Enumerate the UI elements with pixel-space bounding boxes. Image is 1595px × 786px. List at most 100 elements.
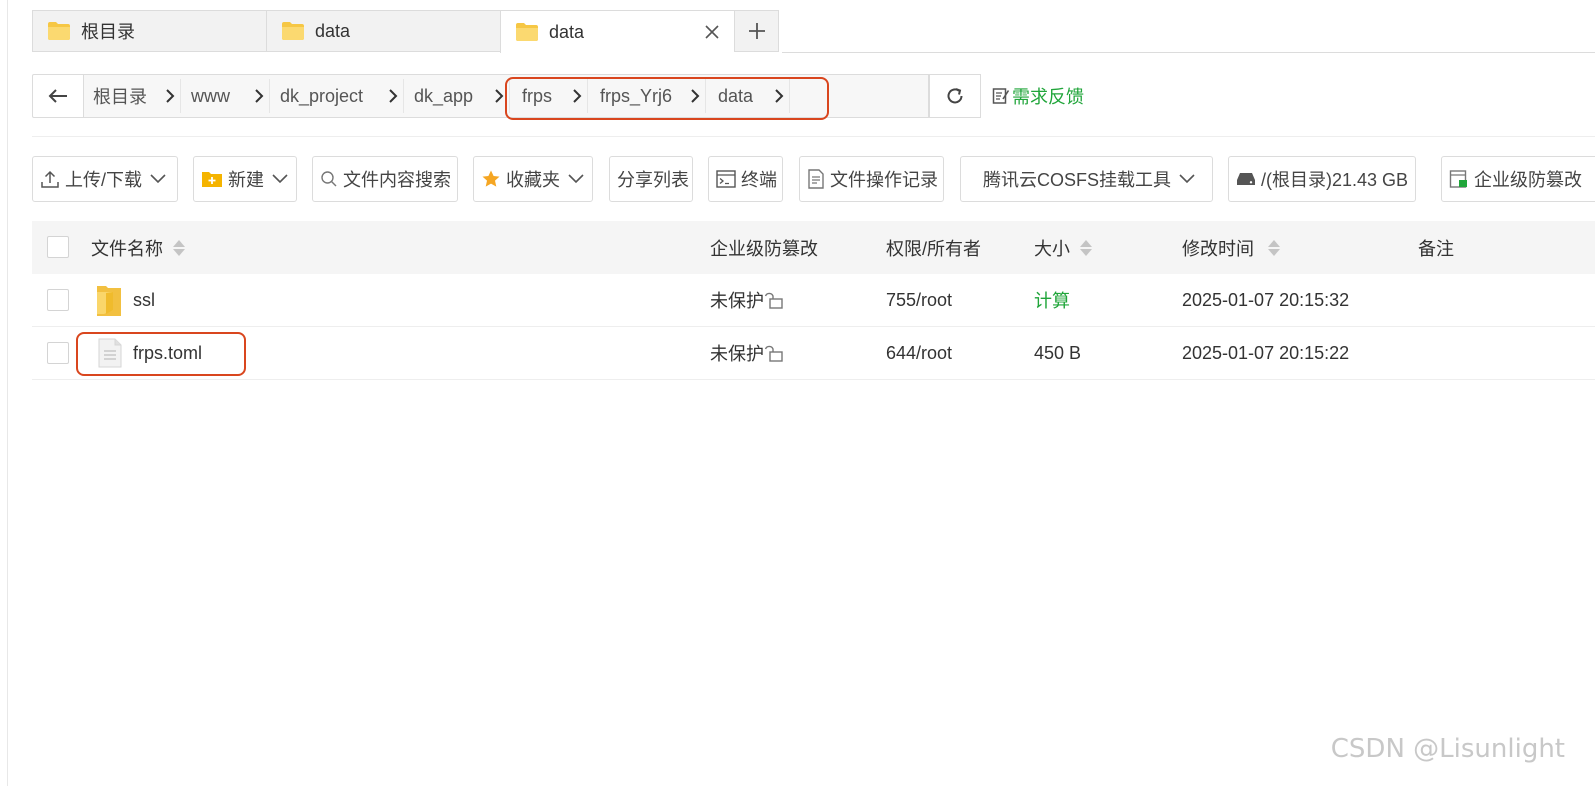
size-calculate-link[interactable]: 计算 [1034,274,1070,326]
column-permission: 权限/所有者 [886,238,982,259]
favorites-label: 收藏夹 [506,170,560,190]
tab-data-active[interactable]: data [500,10,734,53]
close-icon[interactable] [702,20,722,44]
unlock-icon [764,292,783,309]
table-row[interactable]: ssl 未保护 755/root 计算 2025-01-07 20:15:32 [32,274,1595,327]
chevron-right-icon [572,75,582,117]
breadcrumb-divider [269,79,270,113]
tab-data[interactable]: data [266,10,500,52]
star-icon [481,169,501,189]
permission[interactable]: 644/root [886,327,952,379]
breadcrumb-item[interactable]: www [191,75,230,117]
modified-time: 2025-01-07 20:15:32 [1182,289,1350,310]
tab-bar-underline [782,52,1595,53]
file-name: frps.toml [133,342,203,363]
file-operation-log-button[interactable]: 文件操作记录 [799,156,944,202]
breadcrumb[interactable]: 根目录 www dk_project dk_app frps frps_Yrj6… [84,74,929,118]
file-size: 450 B [1034,342,1082,363]
select-all-checkbox[interactable] [47,236,69,258]
tab-bar: 根目录 data data [32,10,779,53]
folder-icon [516,23,538,41]
sort-icon[interactable] [1268,239,1280,256]
watermark: CSDN @Lisunlight [1330,734,1565,764]
sort-icon[interactable] [1080,239,1092,256]
sort-icon[interactable] [173,239,185,256]
table-row[interactable]: frps.toml 未保护 644/root 450 B 2025-01-07 … [32,327,1595,380]
text-file-icon [98,338,122,368]
chevron-right-icon [254,75,264,117]
column-note: 备注 [1418,238,1454,259]
row-checkbox[interactable] [47,289,69,311]
chevron-right-icon [388,75,398,117]
terminal-button[interactable]: 终端 [708,156,783,202]
column-size[interactable]: 大小 [1034,221,1092,274]
file-name-cell[interactable]: ssl [96,274,155,326]
column-mtime[interactable]: 修改时间 [1182,221,1280,274]
upload-label: 上传/下载 [65,170,143,190]
refresh-button[interactable] [929,74,981,118]
back-button[interactable] [32,74,84,118]
row-checkbox[interactable] [47,342,69,364]
terminal-label: 终端 [741,170,777,190]
plus-icon [748,23,765,39]
chevron-right-icon [774,75,784,117]
tamper-protection-button[interactable]: 企业级防篡改 [1441,156,1595,202]
tab-label: 根目录 [81,22,135,42]
column-name[interactable]: 文件名称 [91,221,185,274]
breadcrumb-divider [509,79,510,113]
document-icon [807,169,825,189]
terminal-icon [716,170,736,188]
column-mtime-label: 修改时间 [1182,238,1254,259]
address-bar: 根目录 www dk_project dk_app frps frps_Yrj6… [32,74,981,118]
arrow-left-icon [48,89,67,103]
tab-label: data [549,21,585,42]
chevron-down-icon [568,174,584,184]
breadcrumb-divider [705,79,706,113]
permission[interactable]: 755/root [886,274,952,326]
upload-icon [40,169,60,189]
breadcrumb-divider [403,79,404,113]
breadcrumb-item[interactable]: 根目录 [93,75,147,117]
protect-status: 未保护 [710,274,784,326]
chevron-right-icon [494,75,504,117]
breadcrumb-item[interactable]: frps [522,75,552,117]
column-size-label: 大小 [1034,238,1070,259]
folder-icon [48,22,70,40]
feedback-link[interactable]: 需求反馈 [992,84,1084,108]
breadcrumb-item[interactable]: data [718,75,753,117]
modified-time: 2025-01-07 20:15:22 [1182,342,1350,363]
breadcrumb-item[interactable]: frps_Yrj6 [600,75,672,117]
file-manager: 根目录 data data 根目录 www dk_project dk_app … [0,0,1595,786]
column-name-label: 文件名称 [91,238,163,259]
feedback-label: 需求反馈 [1012,87,1084,107]
new-label: 新建 [228,170,264,190]
breadcrumb-item[interactable]: dk_app [414,75,473,117]
favorites-button[interactable]: 收藏夹 [473,156,593,202]
folder-icon [97,286,121,316]
protect-icon [1449,169,1469,189]
table-header: 文件名称 企业级防篡改 权限/所有者 大小 修改时间 备注 [32,221,1595,274]
chevron-down-icon [150,174,166,184]
refresh-icon [947,88,963,104]
share-list-button[interactable]: 分享列表 [609,156,693,202]
disk-label: /(根目录)21.43 GB [1261,170,1409,190]
chevron-right-icon [165,75,175,117]
upload-download-button[interactable]: 上传/下载 [32,156,178,202]
panel-border [7,0,8,786]
add-tab-button[interactable] [734,10,779,52]
content-search-button[interactable]: 文件内容搜索 [312,156,458,202]
divider [32,136,1595,137]
cosfs-mount-dropdown[interactable]: 腾讯云COSFS挂载工具 [960,156,1213,202]
file-name-cell[interactable]: frps.toml [98,327,202,379]
protect-status-label: 未保护 [710,291,764,311]
tab-root[interactable]: 根目录 [32,10,266,52]
new-button[interactable]: 新建 [193,156,297,202]
protect-status: 未保护 [710,327,784,379]
unlock-icon [764,345,783,362]
protect-status-label: 未保护 [710,344,764,364]
new-folder-icon [201,169,223,189]
file-operation-log-label: 文件操作记录 [830,170,938,190]
file-name: ssl [133,289,155,310]
disk-button[interactable]: /(根目录)21.43 GB [1228,156,1416,202]
breadcrumb-item[interactable]: dk_project [280,75,363,117]
